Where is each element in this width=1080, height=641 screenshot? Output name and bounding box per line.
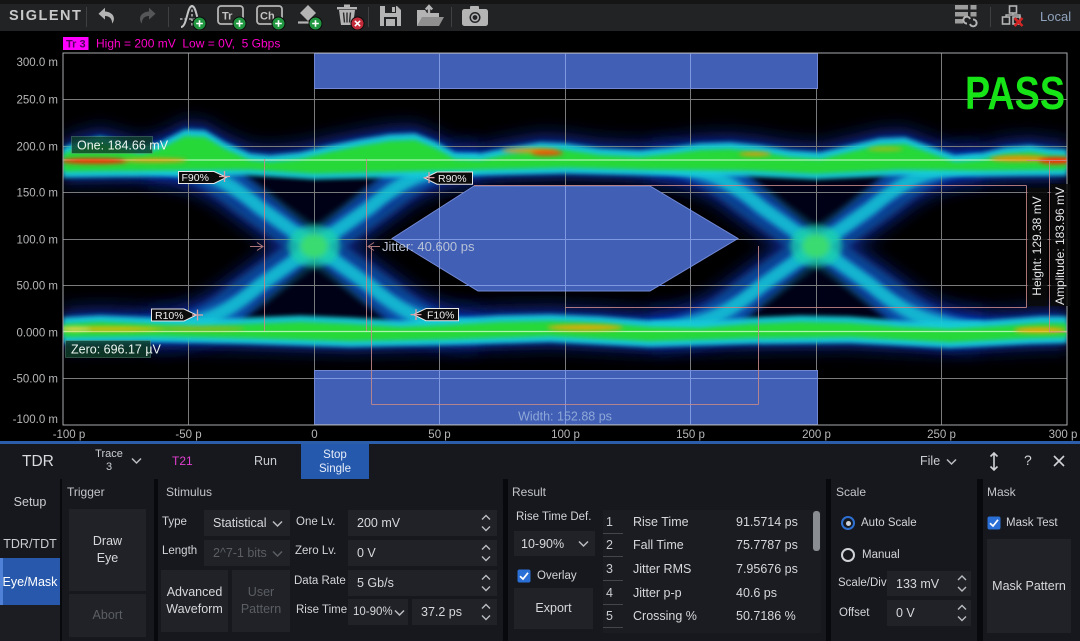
svg-text:100 p: 100 p (551, 429, 580, 441)
svg-text:High = 200 mV Low = 0V, 5 Gb: High = 200 mV Low = 0V, 5 Gbps (96, 37, 280, 51)
svg-text:Tr: Tr (222, 11, 233, 23)
svg-text:200 p: 200 p (802, 429, 831, 441)
svg-text:250 p: 250 p (927, 429, 956, 441)
svg-text:R90%: R90% (438, 173, 467, 185)
svg-text:0: 0 (311, 429, 317, 441)
svg-text:Height: 129.38 mV: Height: 129.38 mV (1030, 196, 1044, 295)
svg-text:F10%: F10% (427, 310, 454, 322)
svg-text:200.0 m: 200.0 m (16, 142, 58, 154)
svg-text:Zero: 696.17 µV: Zero: 696.17 µV (71, 343, 162, 357)
svg-text:300 p: 300 p (1049, 429, 1078, 441)
svg-text:150 p: 150 p (676, 429, 705, 441)
svg-text:Amplitude: 183.96 mV: Amplitude: 183.96 mV (1053, 187, 1067, 305)
svg-text:Jitter: 40.600 ps: Jitter: 40.600 ps (382, 239, 475, 254)
svg-text:150.0 m: 150.0 m (16, 188, 58, 200)
svg-text:300.0 m: 300.0 m (16, 57, 58, 69)
svg-text:PASS: PASS (965, 67, 1065, 119)
svg-text:100.0 m: 100.0 m (16, 235, 58, 247)
svg-text:-100.0 m: -100.0 m (13, 414, 58, 426)
svg-text:-100 p: -100 p (53, 429, 86, 441)
svg-text:50 p: 50 p (428, 429, 450, 441)
svg-text:Width: 152.88 ps: Width: 152.88 ps (518, 410, 612, 424)
svg-text:F90%: F90% (182, 172, 209, 184)
svg-text:R10%: R10% (155, 310, 184, 322)
svg-text:Tr 3: Tr 3 (66, 39, 86, 51)
svg-text:-50.00 m: -50.00 m (13, 374, 58, 386)
svg-text:50.00 m: 50.00 m (16, 281, 58, 293)
svg-text:-50 p: -50 p (175, 429, 201, 441)
svg-text:One: 184.66 mV: One: 184.66 mV (77, 139, 169, 153)
svg-text:0.000 m: 0.000 m (16, 328, 58, 340)
svg-text:250.0 m: 250.0 m (16, 95, 58, 107)
